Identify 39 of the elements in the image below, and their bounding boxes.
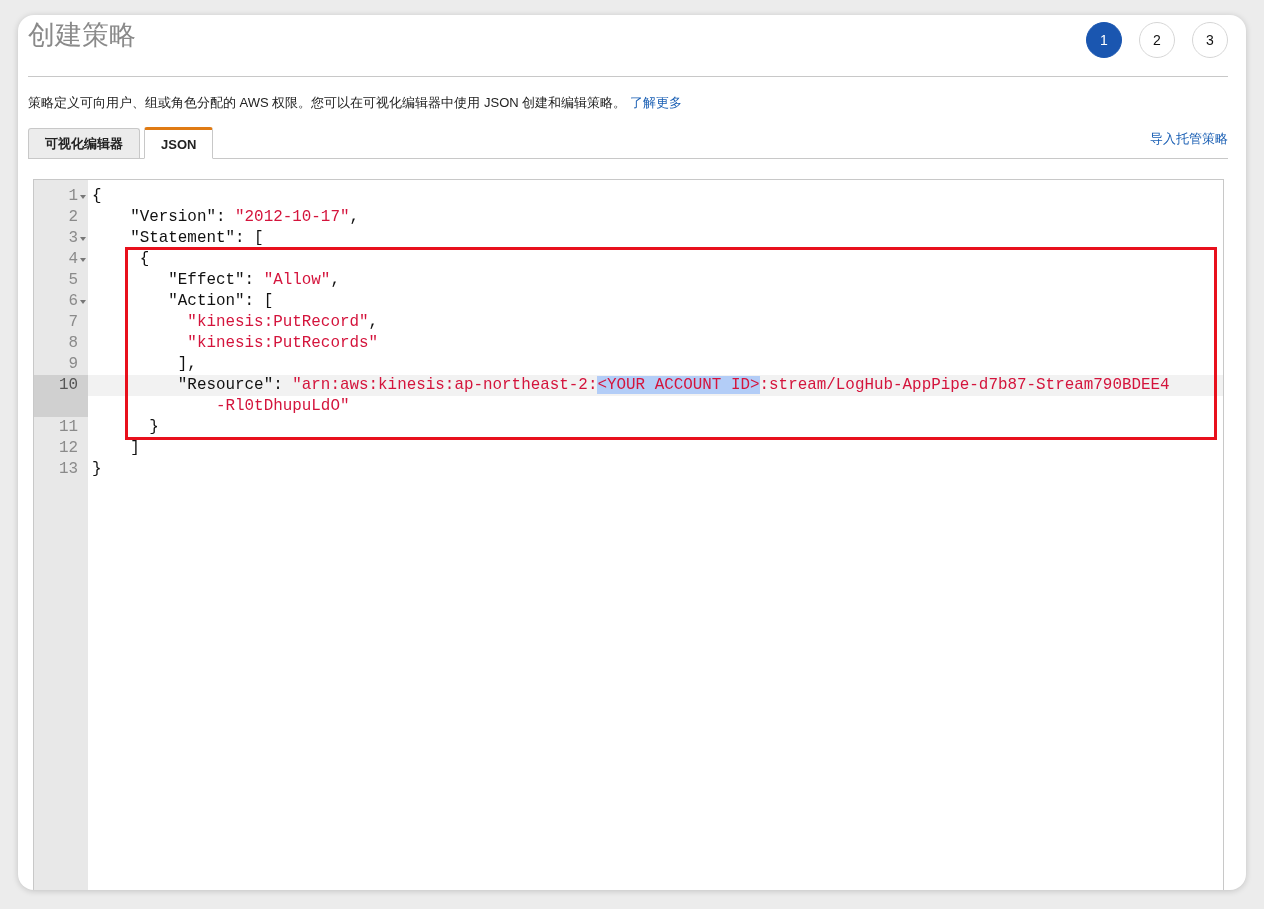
step-indicator[interactable]: 1 [1086, 22, 1122, 58]
code-line: "Effect": "Allow", [167, 270, 341, 291]
line-number: 8 [68, 333, 78, 354]
code-line: "Version": "2012-10-17", [129, 207, 361, 228]
code-line: "Statement": [ [129, 228, 265, 249]
line-number: 4 [68, 249, 78, 270]
step-indicator[interactable]: 3 [1192, 22, 1228, 58]
line-number: 3 [68, 228, 78, 249]
line-number: 2 [68, 207, 78, 228]
code-line: ], [176, 354, 198, 375]
code-line: "Action": [ [167, 291, 275, 312]
page-title: 创建策略 [28, 19, 136, 52]
line-number: 7 [68, 312, 78, 333]
description-text: 策略定义可向用户、组或角色分配的 AWS 权限。您可以在可视化编辑器中使用 JSON 创建和编辑策略。 了解更多 [28, 94, 683, 112]
code-line: -Rl0tDhupuLdO" [214, 396, 351, 417]
line-number: 6 [68, 291, 78, 312]
fold-icon[interactable] [80, 300, 86, 304]
learn-more-link[interactable]: 了解更多 [629, 95, 682, 110]
line-number: 13 [58, 459, 78, 480]
editor-tab[interactable]: JSON [144, 127, 214, 159]
code-line: ] [129, 438, 141, 459]
code-line: "kinesis:PutRecord", [186, 312, 380, 333]
line-number: 11 [58, 417, 78, 438]
code-line: } [91, 459, 103, 480]
line-number: 1 [68, 186, 78, 207]
step-indicator[interactable]: 2 [1139, 22, 1175, 58]
line-number: 5 [68, 270, 78, 291]
fold-icon[interactable] [80, 237, 86, 241]
fold-icon[interactable] [80, 258, 86, 262]
code-line: } [148, 417, 160, 438]
line-number: 12 [58, 438, 78, 459]
editor-tab[interactable]: 可视化编辑器 [28, 128, 140, 158]
line-number: 10 [58, 375, 78, 396]
fold-icon[interactable] [80, 195, 86, 199]
import-policy-link[interactable]: 导入托管策略 [1150, 130, 1228, 148]
code-line: { [91, 186, 103, 207]
code-line: { [138, 249, 151, 270]
line-number: 9 [68, 354, 78, 375]
code-line: "kinesis:PutRecords" [186, 333, 380, 354]
